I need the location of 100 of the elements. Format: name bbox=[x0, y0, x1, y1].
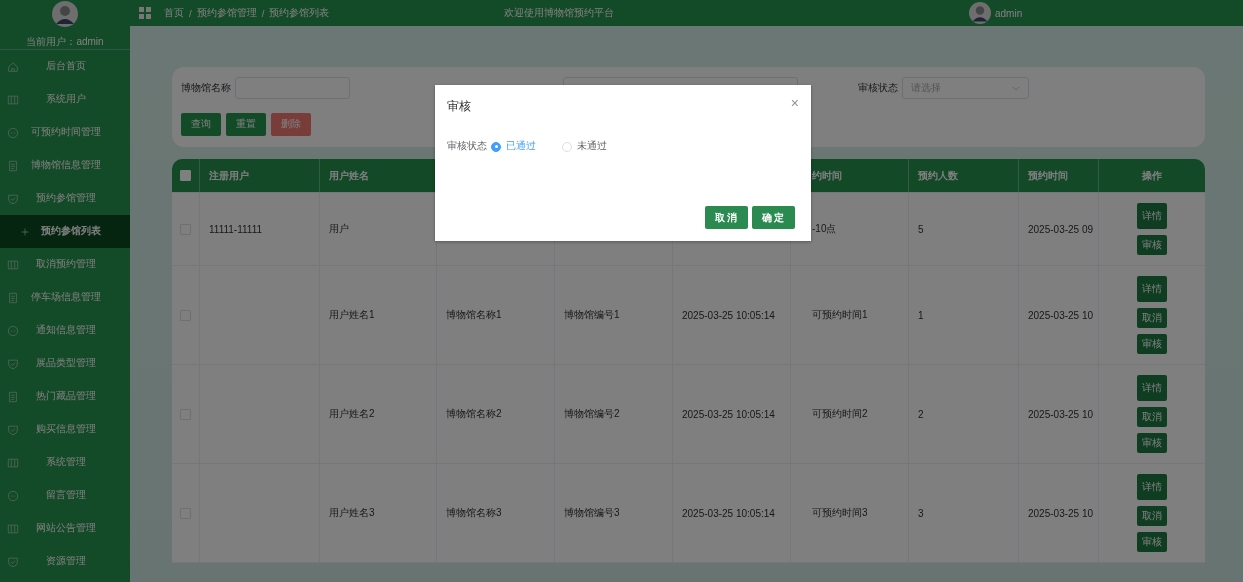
table-cell: 11111-11111 bbox=[209, 223, 262, 235]
sidebar-menu-item[interactable]: 可预约时间管理 bbox=[0, 116, 130, 149]
table-cell: 2025-03-25 09 bbox=[1028, 223, 1094, 235]
sidebar-menu-item[interactable]: 博物馆信息管理 bbox=[0, 149, 130, 182]
avatar-icon[interactable] bbox=[969, 2, 991, 24]
row-action-button[interactable]: 详情 bbox=[1136, 375, 1167, 401]
column-header: 约时间 bbox=[812, 168, 842, 183]
table-cell-text: 可预约时间1 bbox=[811, 308, 868, 322]
chat-bubble-icon bbox=[7, 324, 19, 337]
action-button[interactable]: 查询 bbox=[181, 113, 221, 136]
breadcrumb-link[interactable]: 预约参馆管理 bbox=[196, 6, 257, 20]
chevron-down-icon bbox=[1012, 85, 1020, 91]
table-cell: 2025-03-25 10:05:14 bbox=[682, 507, 775, 519]
radio-label: 已通过 bbox=[506, 140, 536, 153]
sidebar-menu-item[interactable]: 系统用户 bbox=[0, 83, 130, 116]
sidebar-menu-item[interactable]: 系统管理 bbox=[0, 446, 130, 479]
status-label: 审核状态 bbox=[858, 81, 898, 95]
document-icon bbox=[7, 291, 19, 304]
radio-button[interactable] bbox=[491, 141, 501, 152]
shield-icon bbox=[7, 357, 19, 370]
sidebar-menu-item[interactable]: 后台首页 bbox=[0, 50, 130, 83]
table-cell: 博物馆名称2 bbox=[446, 407, 502, 421]
columns-icon bbox=[7, 522, 19, 535]
table-cell: 用户姓名3 bbox=[329, 506, 375, 520]
sidebar-menu-item[interactable]: 取消预约管理 bbox=[0, 248, 130, 281]
shield-icon bbox=[7, 423, 19, 436]
row-action-button[interactable]: 审核 bbox=[1136, 532, 1167, 552]
sidebar-menu-item[interactable]: 网站公告管理 bbox=[0, 512, 130, 545]
avatar-icon bbox=[51, 1, 79, 27]
home-icon bbox=[7, 60, 19, 73]
radio-option[interactable]: 已通过 bbox=[491, 140, 536, 153]
grid-menu-icon[interactable] bbox=[139, 7, 151, 19]
row-action-button[interactable]: 详情 bbox=[1136, 276, 1167, 302]
sidebar-menu-item[interactable]: 展品类型管理 bbox=[0, 347, 130, 380]
row-action-button[interactable]: 审核 bbox=[1136, 334, 1167, 354]
sidebar-menu-item[interactable]: 预约参馆管理 bbox=[0, 182, 130, 215]
column-header: 注册用户 bbox=[209, 168, 249, 183]
table-cell: 用户姓名2 bbox=[329, 407, 375, 421]
table-cell-text: 可预约时间3 bbox=[811, 506, 868, 520]
sidebar-menu-item[interactable]: 通知信息管理 bbox=[0, 314, 130, 347]
table-cell: 2025-03-25 10:05:14 bbox=[682, 408, 775, 420]
table-cell: 2025-03-25 10 bbox=[1028, 507, 1094, 519]
column-header: 用户姓名 bbox=[329, 168, 369, 183]
columns-icon bbox=[7, 456, 19, 469]
row-action-button[interactable]: 详情 bbox=[1136, 474, 1167, 500]
table-cell: 2025-03-25 10:05:14 bbox=[682, 309, 775, 321]
shield-icon bbox=[7, 555, 19, 568]
table-cell: 博物馆名称1 bbox=[446, 308, 502, 322]
column-header: 操作 bbox=[1141, 168, 1162, 183]
document-icon bbox=[7, 390, 19, 403]
dialog-button[interactable]: 确定 bbox=[752, 206, 795, 229]
action-button[interactable]: 重置 bbox=[226, 113, 266, 136]
row-action-button[interactable]: 取消 bbox=[1136, 308, 1167, 328]
table-cell: 1 bbox=[918, 309, 924, 321]
sidebar-menu-item[interactable]: 购买信息管理 bbox=[0, 413, 130, 446]
breadcrumb-separator: / bbox=[189, 7, 192, 19]
chat-bubble-icon bbox=[7, 126, 19, 139]
row-action-button[interactable]: 取消 bbox=[1136, 407, 1167, 427]
breadcrumb-link[interactable]: 首页 bbox=[164, 6, 184, 20]
table-cell: 2025-03-25 10 bbox=[1028, 408, 1094, 420]
shield-icon bbox=[7, 192, 19, 205]
table-cell: 用户 bbox=[329, 222, 349, 236]
museum-name-label: 博物馆名称 bbox=[181, 81, 231, 95]
row-action-button[interactable]: 详情 bbox=[1136, 203, 1167, 229]
document-icon bbox=[7, 159, 19, 172]
columns-icon bbox=[7, 258, 19, 271]
review-status-label: 审核状态 bbox=[447, 140, 487, 153]
sidebar-menu-item[interactable]: 停车场信息管理 bbox=[0, 281, 130, 314]
table-cell: 博物馆名称3 bbox=[446, 506, 502, 520]
table-cell: 博物馆编号1 bbox=[564, 308, 620, 322]
radio-label: 未通过 bbox=[577, 140, 607, 153]
table-cell: 2 bbox=[918, 408, 924, 420]
table-cell-text: 可预约时间2 bbox=[811, 407, 868, 421]
table-cell: 2025-03-25 10 bbox=[1028, 309, 1094, 321]
current-user-label: 当前用户：admin bbox=[26, 35, 104, 49]
table-cell: 3 bbox=[918, 507, 924, 519]
sidebar-menu-item[interactable]: 热门藏品管理 bbox=[0, 380, 130, 413]
chat-bubble-icon bbox=[7, 489, 19, 502]
row-action-button[interactable]: 取消 bbox=[1136, 506, 1167, 526]
sidebar-menu-item[interactable]: 预约参馆列表 bbox=[0, 215, 130, 248]
dialog-button[interactable]: 取消 bbox=[705, 206, 748, 229]
table-cell: 5 bbox=[918, 223, 924, 235]
select-all-checkbox[interactable] bbox=[180, 170, 191, 181]
breadcrumb-separator: / bbox=[261, 7, 265, 19]
column-header: 预约人数 bbox=[918, 168, 958, 183]
close-button[interactable]: × bbox=[790, 97, 799, 109]
column-header: 预约时间 bbox=[1028, 168, 1068, 183]
sidebar-menu-item[interactable]: 留言管理 bbox=[0, 479, 130, 512]
table-cell-text: -10点 bbox=[811, 222, 837, 236]
sidebar-menu-item[interactable]: 资源管理 bbox=[0, 545, 130, 578]
breadcrumb-link[interactable]: 预约参馆列表 bbox=[269, 6, 330, 20]
table-cell: 用户姓名1 bbox=[329, 308, 375, 322]
table-cell: 博物馆编号3 bbox=[564, 506, 620, 520]
columns-icon bbox=[7, 93, 19, 106]
radio-option[interactable]: 未通过 bbox=[562, 140, 607, 153]
welcome-text: 欢迎使用博物馆预约平台 bbox=[504, 6, 615, 20]
row-action-button[interactable]: 审核 bbox=[1136, 235, 1167, 255]
table-cell: 博物馆编号2 bbox=[564, 407, 620, 421]
user-name[interactable]: admin bbox=[995, 7, 1023, 19]
row-action-button[interactable]: 审核 bbox=[1136, 433, 1167, 453]
